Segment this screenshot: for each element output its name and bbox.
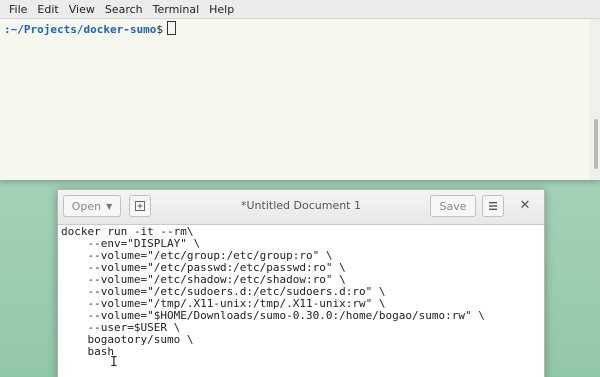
menu-view[interactable]: View (64, 3, 100, 16)
menu-terminal[interactable]: Terminal (148, 3, 205, 16)
prompt-sign: $ (156, 23, 163, 36)
editor-window[interactable]: Open ▼ *Untitled Document 1 Save ✕ docke… (57, 189, 545, 377)
terminal-window[interactable]: File Edit View Search Terminal Help :~/P… (0, 0, 600, 180)
terminal-cursor (166, 21, 176, 35)
menu-help[interactable]: Help (204, 3, 239, 16)
editor-headerbar: Open ▼ *Untitled Document 1 Save ✕ (58, 190, 544, 225)
prompt-path: :~/Projects/docker-sumo (4, 23, 157, 36)
save-button[interactable]: Save (430, 195, 476, 217)
menu-search[interactable]: Search (100, 3, 148, 16)
editor-line: bogaotory/sumo \ (61, 333, 194, 346)
terminal-output[interactable]: :~/Projects/docker-sumo$ (0, 19, 590, 180)
terminal-menubar: File Edit View Search Terminal Help (0, 0, 600, 19)
terminal-scrollbar[interactable] (590, 19, 600, 180)
hamburger-menu-button[interactable] (482, 195, 504, 217)
editor-line: bash (61, 345, 114, 358)
terminal-scroll-thumb[interactable] (594, 119, 598, 169)
menu-edit[interactable]: Edit (32, 3, 63, 16)
text-editing-area[interactable]: docker run -it --rm\ --env="DISPLAY" \ -… (58, 225, 544, 377)
menu-file[interactable]: File (4, 3, 32, 16)
hamburger-menu-icon (489, 202, 497, 210)
close-icon[interactable]: ✕ (516, 197, 534, 215)
i-beam-cursor-icon: I (110, 355, 118, 370)
